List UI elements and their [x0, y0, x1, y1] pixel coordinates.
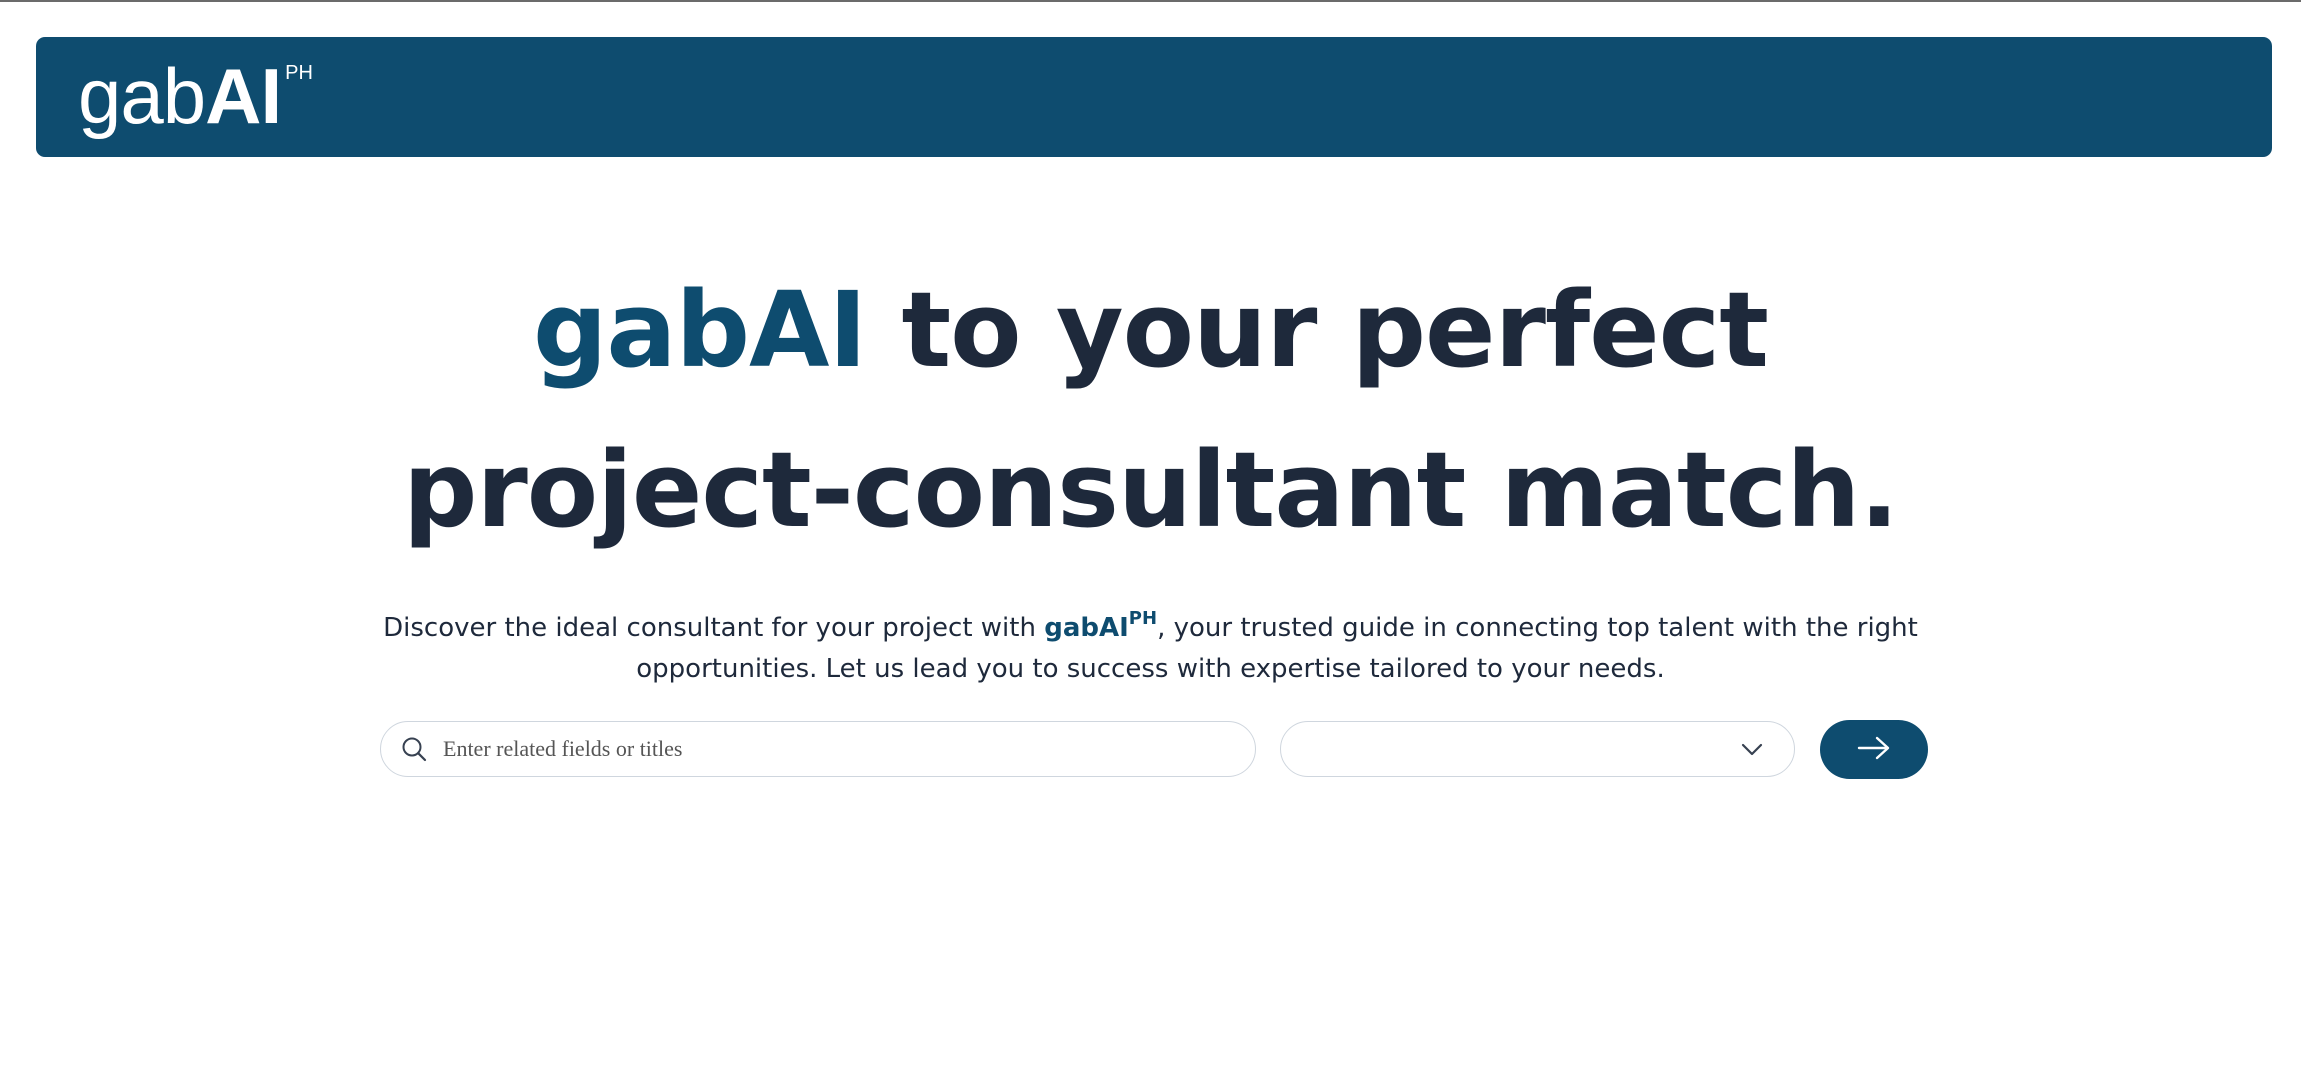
search-input[interactable]: [443, 736, 1223, 762]
logo-superscript: PH: [285, 62, 313, 84]
search-field[interactable]: [380, 721, 1256, 777]
chevron-down-icon: [1740, 739, 1764, 759]
description-brand-sup: PH: [1128, 608, 1158, 629]
search-icon: [399, 734, 429, 764]
header-bar: gabAI PH: [36, 37, 2272, 157]
gabai-logo[interactable]: gabAI PH: [78, 57, 313, 135]
description-brand: gabAIPH: [1044, 608, 1157, 643]
description-line2: opportunities. Let us lead you to succes…: [636, 654, 1665, 684]
headline-brand: gabAI: [532, 269, 867, 391]
logo-gab-text: gab: [78, 52, 206, 140]
arrow-right-icon: [1856, 735, 1892, 765]
description-intro: Discover the ideal consultant for your p…: [383, 613, 1045, 643]
logo-ai-text: AI: [205, 52, 282, 140]
hero-section: gabAI to your perfect project-consultant…: [0, 250, 2301, 570]
hero-description: Discover the ideal consultant for your p…: [0, 598, 2301, 690]
submit-search-button[interactable]: [1820, 720, 1928, 779]
headline-line2: project-consultant match.: [403, 429, 1899, 551]
category-select[interactable]: [1280, 721, 1795, 777]
headline-line1-rest: to your perfect: [866, 269, 1769, 391]
description-brand-text: gabAI: [1044, 613, 1129, 643]
logo-wordmark: gabAI: [78, 57, 282, 135]
description-line1-rest: , your trusted guide in connecting top t…: [1157, 613, 1918, 643]
top-border: [0, 0, 2301, 2]
page-headline: gabAI to your perfect project-consultant…: [0, 250, 2301, 570]
